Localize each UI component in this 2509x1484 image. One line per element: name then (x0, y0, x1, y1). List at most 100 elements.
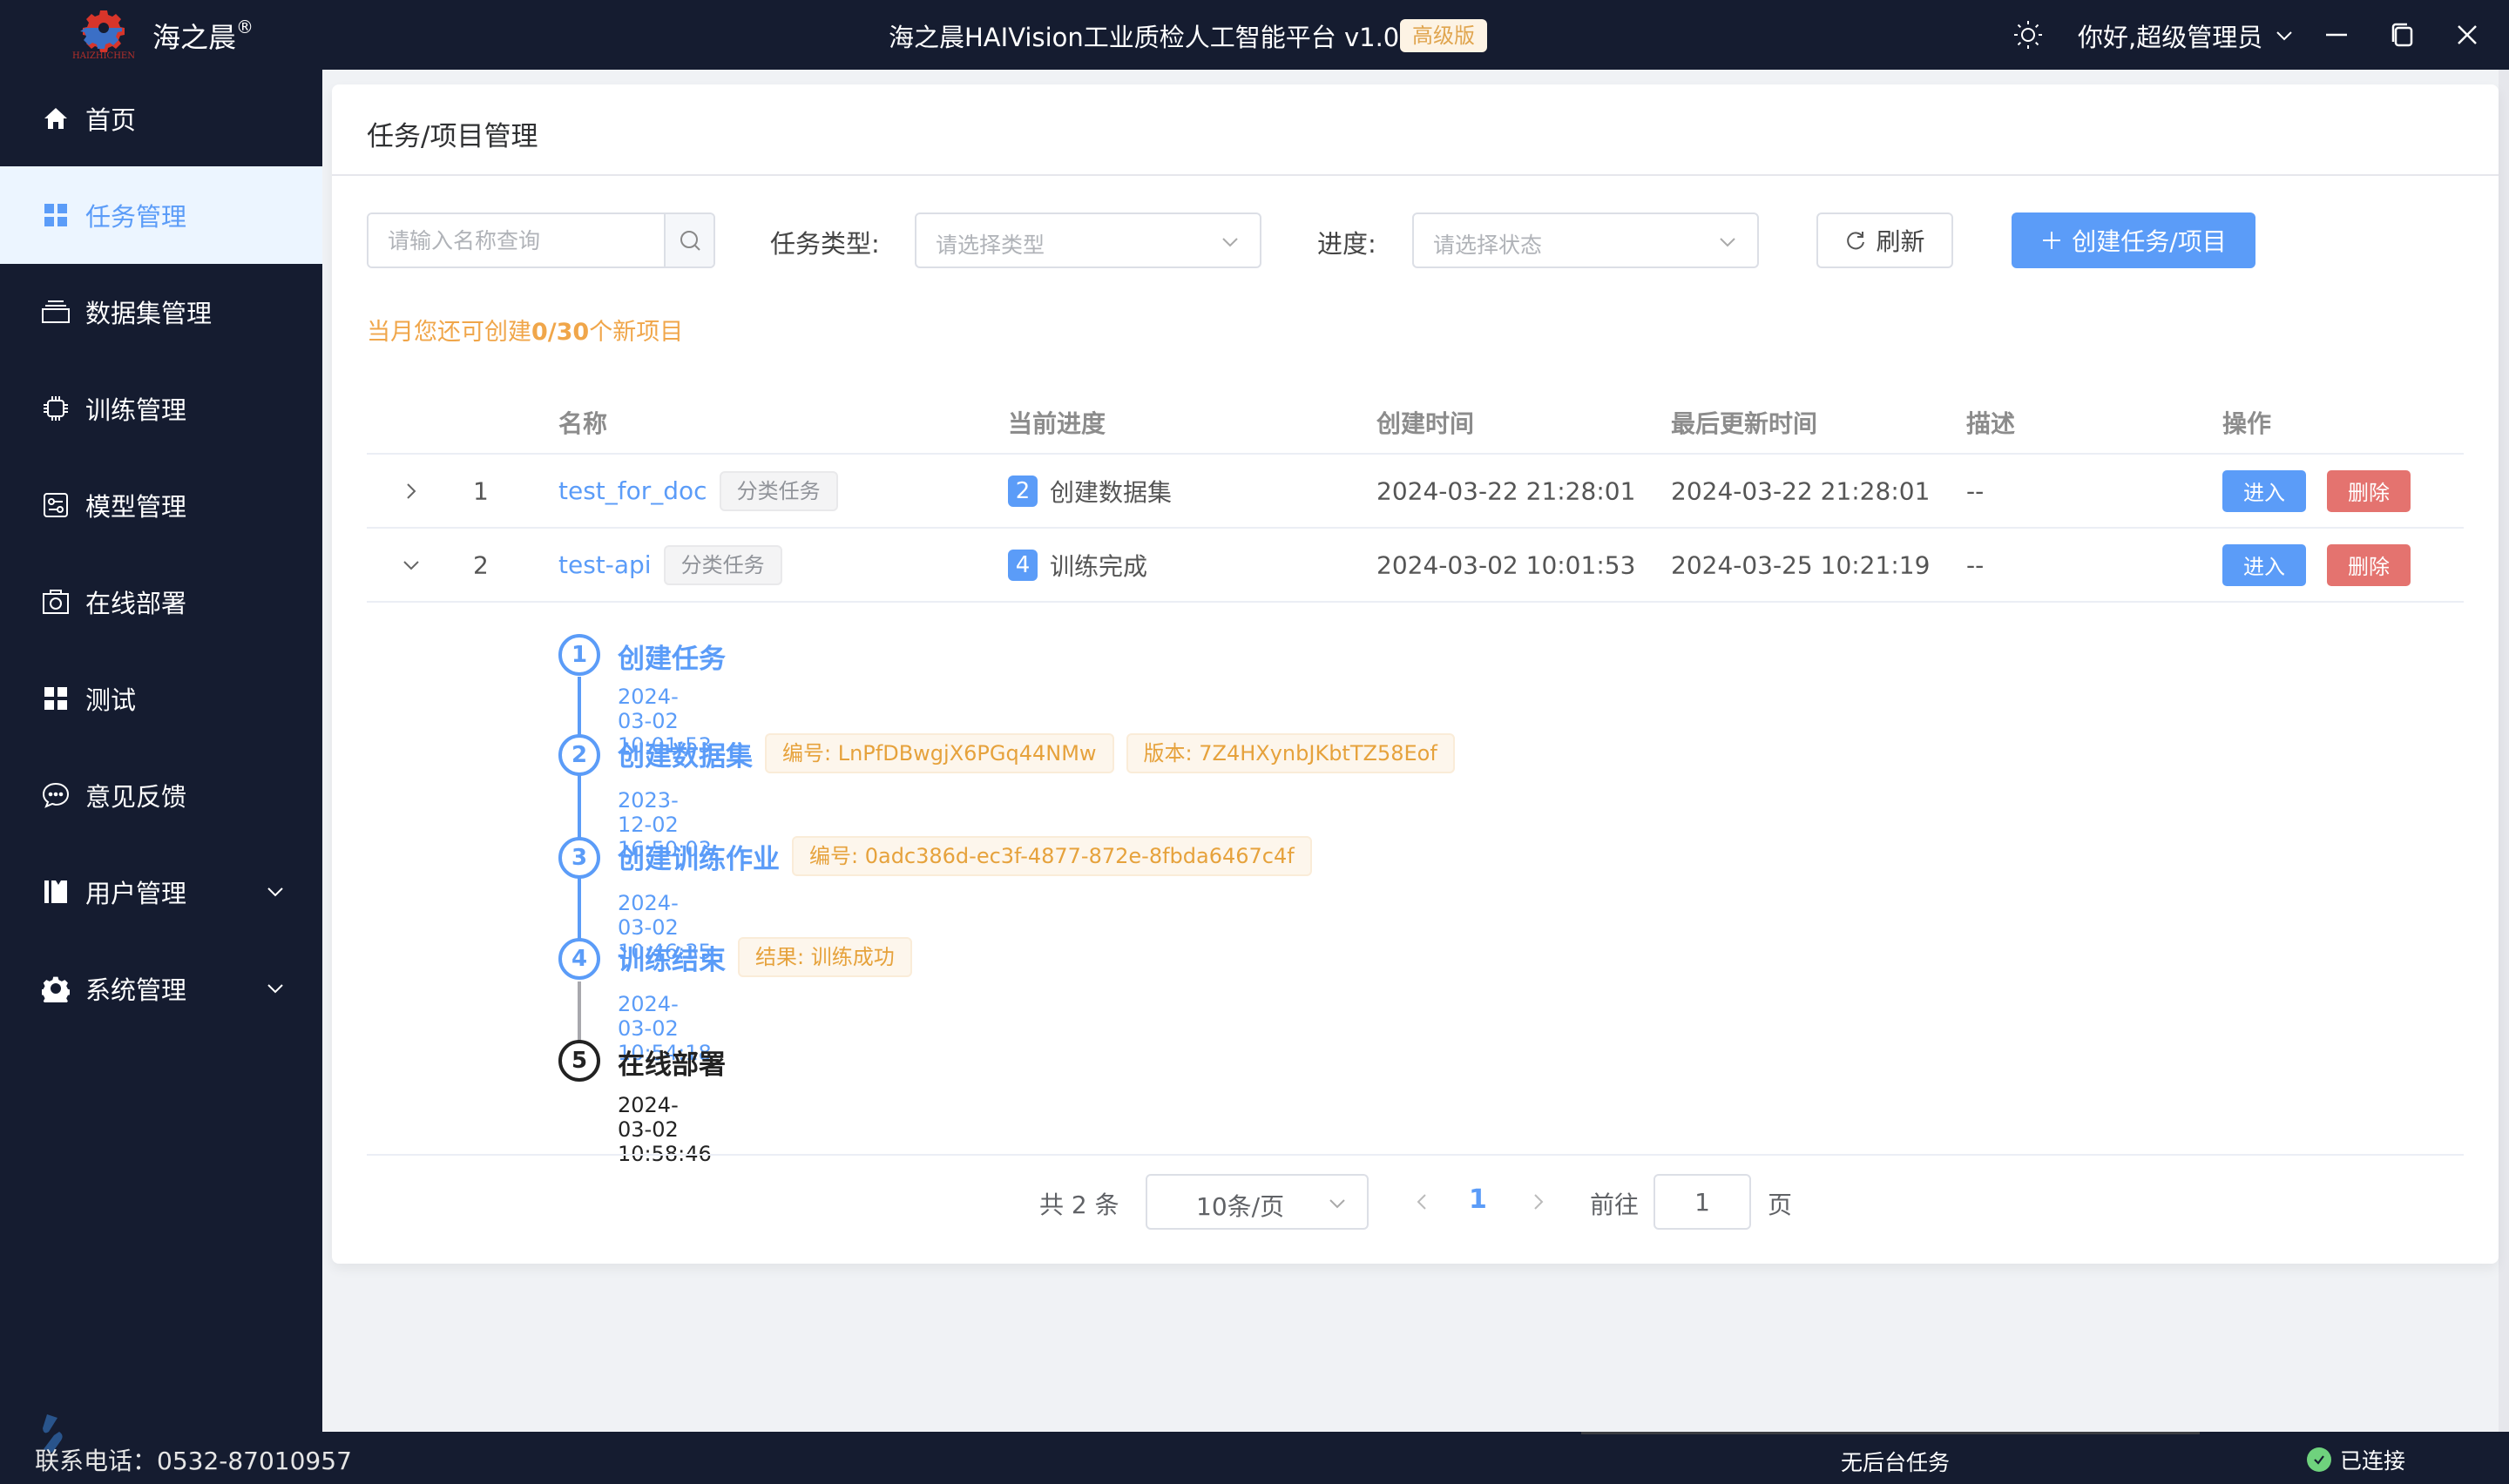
search-button[interactable] (664, 214, 713, 266)
home-icon (44, 108, 67, 129)
row-index: 1 (473, 476, 489, 505)
page-size-select[interactable]: 10条/页 (1146, 1174, 1369, 1230)
app-title: 海之晨HAIVision工业质检人工智能平台 v1.0 (889, 23, 1400, 52)
page-title: 任务/项目管理 (367, 121, 538, 152)
scrollbar[interactable] (2499, 70, 2509, 1432)
task-type-tag: 分类任务 (719, 470, 838, 511)
task-type-tag: 分类任务 (663, 544, 782, 585)
delete-button[interactable]: 删除 (2327, 469, 2411, 512)
plus-icon (2043, 232, 2061, 249)
enter-button[interactable]: 进入 (2222, 543, 2306, 586)
next-page-icon[interactable] (1527, 1191, 1548, 1212)
training-job-id-tag: 编号: 0adc386d-ec3f-4877-872e-8fbda6467c4f (792, 836, 1312, 876)
table-header: 名称 当前进度 创建时间 最后更新时间 描述 操作 (367, 392, 2464, 455)
description: -- (1966, 476, 1985, 505)
task-name-link[interactable]: test-api (558, 550, 652, 579)
sidebar: 首页 任务管理 数据集管理 训练管理 模型管理 在线部署 测试 意见反馈 用户管… (0, 70, 322, 1432)
expand-toggle[interactable] (402, 482, 421, 501)
create-task-button[interactable]: 创建任务/项目 (2012, 212, 2255, 268)
dataset-id-tag: 编号: LnPfDBwgjX6PGq44NMw (765, 733, 1114, 773)
updated-time: 2024-03-25 10:21:19 (1671, 550, 1931, 579)
company-logo-icon: HAIZHICHEN (72, 10, 135, 61)
search-icon (680, 231, 700, 251)
updated-time: 2024-03-22 21:28:01 (1671, 476, 1931, 505)
sidebar-item-training[interactable]: 训练管理 (0, 360, 322, 457)
chevron-down-icon (1329, 1199, 1345, 1209)
refresh-button[interactable]: 刷新 (1816, 212, 1953, 268)
status-bar-segment (1581, 1432, 2200, 1434)
col-created: 创建时间 (1376, 409, 1475, 438)
model-icon (44, 493, 68, 517)
description: -- (1966, 550, 1985, 579)
delete-button[interactable]: 删除 (2327, 543, 2411, 586)
brand-name: 海之晨® (152, 17, 254, 54)
step-title: 训练结束 结果: 训练成功 (618, 937, 912, 977)
page-number[interactable]: 1 (1469, 1184, 1487, 1215)
progress-cell: 4 训练完成 (1008, 548, 1147, 583)
name-search (367, 212, 715, 268)
sidebar-item-models[interactable]: 模型管理 (0, 456, 322, 554)
progress-label: 进度: (1317, 229, 1376, 259)
sidebar-item-datasets[interactable]: 数据集管理 (0, 263, 322, 361)
user-book-icon (44, 880, 67, 903)
col-progress: 当前进度 (1008, 409, 1106, 438)
col-name: 名称 (558, 409, 608, 438)
card-header: 任务/项目管理 (332, 84, 2499, 176)
sidebar-item-deploy[interactable]: 在线部署 (0, 553, 322, 651)
page-suffix: 页 (1768, 1191, 1793, 1219)
sun-icon[interactable] (2012, 19, 2044, 51)
sidebar-item-tasks[interactable]: 任务管理 (0, 166, 322, 264)
progress-cell: 2 创建数据集 (1008, 474, 1172, 509)
col-updated: 最后更新时间 (1671, 409, 1818, 438)
step-title: 创建任务 (618, 644, 726, 675)
user-greeting: 你好,超级管理员 (2078, 23, 2263, 52)
user-menu[interactable]: 你好,超级管理员 (2078, 17, 2294, 54)
dataset-version-tag: 版本: 7Z4HXynbJKbtTZ58Eof (1126, 733, 1455, 773)
contact-phone: 联系电话：0532-87010957 (35, 1447, 352, 1475)
status-bar: 联系电话：0532-87010957 无后台任务 已连接 (0, 1414, 2509, 1484)
pagination: 共 2 条 10条/页 1 前往 页 (332, 1174, 2499, 1230)
created-time: 2024-03-02 10:01:53 (1376, 550, 1636, 579)
progress-select[interactable]: 请选择状态 (1412, 212, 1759, 268)
edition-badge: 高级版 (1400, 19, 1487, 52)
sidebar-item-test[interactable]: 测试 (0, 650, 322, 747)
gear-icon (42, 976, 70, 1002)
task-type-label: 任务类型: (770, 229, 880, 259)
chat-icon (42, 782, 70, 808)
prev-page-icon[interactable] (1412, 1191, 1433, 1212)
task-table: 名称 当前进度 创建时间 最后更新时间 描述 操作 1 test_for_doc… (367, 392, 2464, 603)
chevron-down-icon (1720, 238, 1735, 247)
grid-icon (44, 204, 67, 226)
step-title: 在线部署 (618, 1049, 726, 1081)
chevron-down-icon (267, 887, 283, 897)
task-type-select[interactable]: 请选择类型 (915, 212, 1261, 268)
sidebar-item-system[interactable]: 系统管理 (0, 940, 322, 1037)
task-name-link[interactable]: test_for_doc (558, 476, 707, 505)
check-circle-icon (2307, 1447, 2331, 1472)
col-description: 描述 (1966, 409, 2016, 438)
background-task-status: 无后台任务 (1841, 1450, 1951, 1475)
goto-label: 前往 (1590, 1191, 1640, 1219)
search-input[interactable] (369, 214, 664, 266)
task-management-card: 任务/项目管理 任务类型: 请选择类型 进度: 请选择状态 刷新 创建任务/项目… (332, 84, 2499, 1264)
step-number-circle: 5 (558, 1040, 600, 1082)
chevron-down-icon (267, 984, 283, 994)
expand-toggle[interactable] (402, 556, 421, 575)
sidebar-item-feedback[interactable]: 意见反馈 (0, 746, 322, 844)
enter-button[interactable]: 进入 (2222, 469, 2306, 512)
sidebar-item-home[interactable]: 首页 (0, 70, 322, 167)
step-number-circle: 2 (558, 734, 600, 776)
close-icon[interactable] (2450, 17, 2485, 52)
col-actions: 操作 (2222, 409, 2272, 438)
progress-step-badge: 2 (1008, 475, 1038, 507)
restore-icon[interactable] (2385, 17, 2420, 52)
grid-icon (44, 687, 67, 710)
training-result-tag: 结果: 训练成功 (738, 937, 912, 977)
table-row: 2 test-api 分类任务 4 训练完成 2024-03-02 10:01:… (367, 529, 2464, 603)
sidebar-item-users[interactable]: 用户管理 (0, 843, 322, 941)
step-number-circle: 4 (558, 938, 600, 980)
goto-page-input[interactable] (1654, 1174, 1751, 1230)
minimize-icon[interactable] (2319, 17, 2354, 52)
created-time: 2024-03-22 21:28:01 (1376, 476, 1636, 505)
title-bar: HAIZHICHEN 海之晨® 海之晨HAIVision工业质检人工智能平台 v… (0, 0, 2509, 70)
